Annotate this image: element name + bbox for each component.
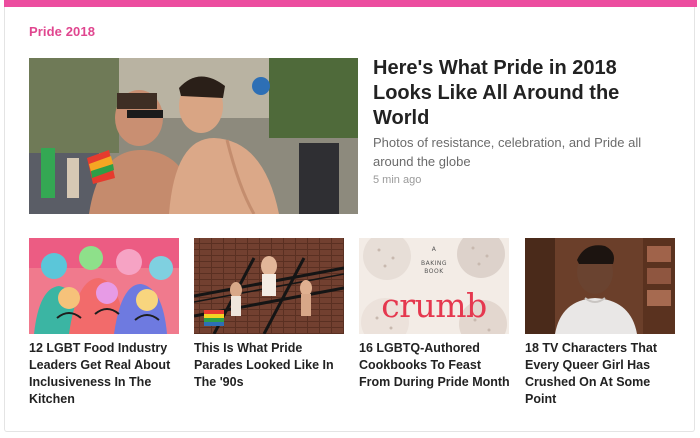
story-thumbnail-food-leaders[interactable] [29, 238, 179, 334]
story-thumbnail-90s-parades[interactable] [194, 238, 344, 334]
cookbook-label-baking: BAKING [420, 260, 448, 267]
accent-bar [4, 0, 697, 7]
story-title-food-leaders[interactable]: 12 LGBT Food Industry Leaders Get Real A… [29, 340, 181, 408]
story-thumbnail-tv-characters[interactable] [525, 238, 675, 334]
cookbook-cover-title: crumb [381, 286, 487, 325]
story-title-90s-parades[interactable]: This Is What Pride Parades Looked Like I… [194, 340, 346, 391]
hero-subtitle: Photos of resistance, celebration, and P… [373, 135, 642, 169]
section-title[interactable]: Pride 2018 [29, 24, 95, 39]
story-title-cookbooks[interactable]: 16 LGBTQ-Authored Cookbooks To Feast Fro… [359, 340, 511, 391]
hero-timestamp: 5 min ago [373, 174, 422, 186]
cookbook-label-a: A [431, 246, 437, 253]
story-thumbnail-cookbooks[interactable]: A BAKING BOOK crumb [359, 238, 509, 334]
cookbook-label-book: BOOK [424, 268, 444, 275]
hero-headline[interactable]: Here's What Pride in 2018 Looks Like All… [373, 56, 673, 131]
hero-image[interactable] [29, 58, 358, 214]
pride-2018-card: Pride 2018 Here's What Pride in 2018 Loo [4, 0, 697, 432]
story-title-tv-characters[interactable]: 18 TV Characters That Every Queer Girl H… [525, 340, 677, 408]
